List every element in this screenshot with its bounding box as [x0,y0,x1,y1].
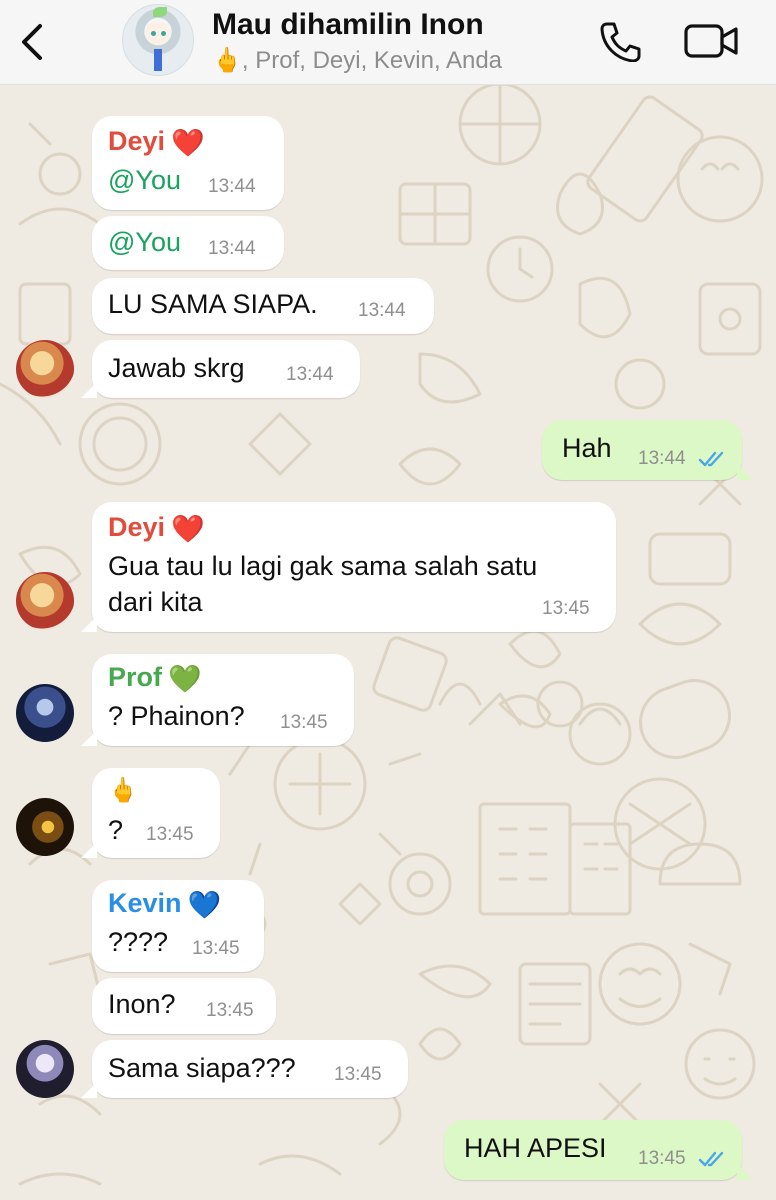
message-time: 13:44 [638,448,686,469]
message-time: 13:45 [542,598,590,619]
message-bubble[interactable]: Deyi ❤️ Gua tau lu lagi gak sama salah sa… [81,502,616,632]
avatar[interactable] [16,798,74,856]
avatar[interactable] [16,572,74,630]
chevron-left-icon[interactable] [16,22,50,62]
sender-name[interactable]: 🖕 [108,776,138,805]
double-check-read-icon [698,1151,724,1167]
message-time: 13:45 [192,938,240,959]
chat-header: Mau dihamilin Inon 🖕, Prof, Deyi, Kevin,… [0,0,776,85]
message-list[interactable]: Deyi ❤️ @You 13:44 @You 13:44 LU SAMA SIA… [0,84,776,1200]
green-heart-icon: 💚 [168,663,202,694]
mention-text[interactable]: @You [108,224,181,260]
message-bubble[interactable]: Kevin 💙 ???? 13:45 [92,880,264,972]
message-bubble[interactable]: Deyi ❤️ @You 13:44 [92,116,284,210]
message-time: 13:45 [146,824,194,845]
message-text: LU SAMA SIAPA. [108,289,318,319]
message-time: 13:45 [638,1148,686,1169]
message-bubble[interactable]: Jawab skrg 13:44 [81,340,360,398]
message-time: 13:44 [208,238,256,259]
message-text: HAH APESI [464,1133,607,1163]
message-time: 13:45 [334,1064,382,1085]
message-time: 13:45 [280,712,328,733]
message-text: ???? [108,927,169,957]
message-time: 13:44 [208,176,256,197]
outgoing-message-bubble[interactable]: Hah 13:44 [542,420,753,480]
group-avatar[interactable] [122,4,194,76]
message-text: Hah [562,433,612,463]
message-bubble[interactable]: Prof 💚 ? Phainon? 13:45 [81,654,354,746]
group-members[interactable]: 🖕, Prof, Deyi, Kevin, Anda [212,46,502,75]
message-bubble[interactable]: 🖕 ? 13:45 [81,768,220,858]
outgoing-message-bubble[interactable]: HAH APESI 13:45 [444,1120,753,1180]
blue-heart-icon: 💙 [187,889,222,920]
sender-name[interactable]: Prof 💚 [108,662,202,695]
message-text: ? Phainon? [108,701,245,731]
avatar[interactable] [16,340,74,398]
phone-icon[interactable] [598,20,642,62]
group-title[interactable]: Mau dihamilin Inon [212,8,484,42]
avatar[interactable] [16,1040,74,1098]
message-text-line: Gua tau lu lagi gak sama salah satu [108,551,538,581]
double-check-read-icon [698,451,724,467]
sender-name[interactable]: Kevin 💙 [108,888,221,921]
sender-name[interactable]: Deyi ❤️ [108,512,205,545]
message-text: Sama siapa??? [108,1053,296,1083]
red-heart-icon: ❤️ [171,513,205,544]
message-bubble[interactable]: Inon? 13:45 [92,978,276,1034]
message-bubble[interactable]: @You 13:44 [92,216,284,270]
sender-name[interactable]: Deyi ❤️ [108,126,205,159]
message-text: ? [108,815,124,845]
red-heart-icon: ❤️ [171,127,205,158]
message-text: Jawab skrg [108,353,245,383]
video-camera-icon[interactable] [684,22,740,60]
mention-text[interactable]: @You [108,162,181,198]
avatar[interactable] [16,684,74,742]
message-bubble[interactable]: LU SAMA SIAPA. 13:44 [92,278,434,334]
message-text-line: dari kita [108,587,203,617]
message-time: 13:44 [286,364,334,385]
message-bubble[interactable]: Sama siapa??? 13:45 [81,1040,408,1098]
message-time: 13:44 [358,300,406,321]
message-text: Inon? [108,989,176,1019]
message-time: 13:45 [206,1000,254,1021]
